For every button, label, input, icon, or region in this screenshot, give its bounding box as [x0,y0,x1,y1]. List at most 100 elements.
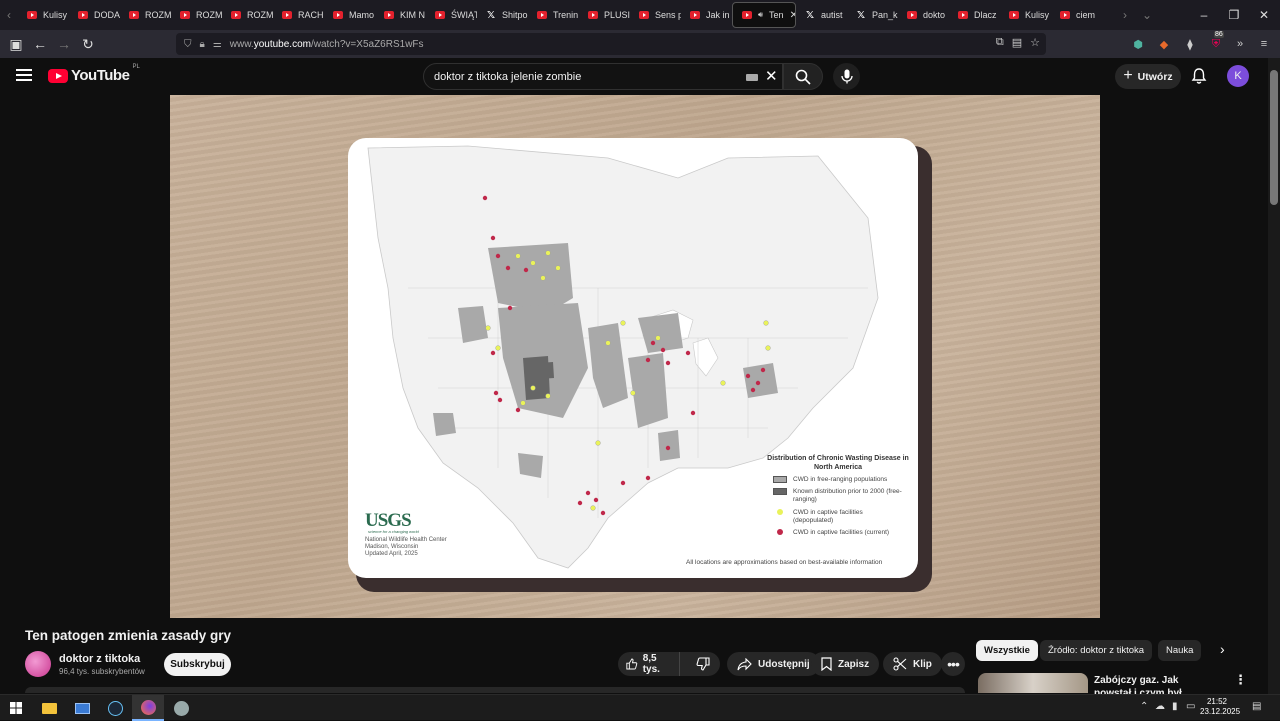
app-icon[interactable] [165,695,197,721]
keyboard-icon[interactable] [746,74,758,81]
browser-tab[interactable]: RACH [273,2,324,28]
clear-search-icon[interactable]: ✕ [765,67,778,85]
legend-item: CWD in captive facilities (current) [773,529,903,537]
clip-button[interactable]: Klip [883,652,942,676]
fox-extension-icon[interactable]: ◆ [1154,34,1174,54]
remote-desktop-icon[interactable] [66,695,98,721]
reader-view-icon[interactable]: ▤ [1012,36,1022,49]
channel-name[interactable]: doktor z tiktoka [59,653,140,665]
minimize-button[interactable]: – [1188,0,1220,30]
reload-button[interactable]: ↻ [76,32,100,56]
share-arrow-icon [737,657,752,670]
firefox-icon[interactable] [132,695,164,721]
system-clock[interactable]: 21:52 23.12.2025 [1200,697,1241,717]
description-box[interactable] [25,687,965,693]
app-menu-icon[interactable]: ≡ [1254,34,1274,54]
picture-in-picture-icon[interactable]: ⧉ [996,36,1004,49]
scrollbar-thumb[interactable] [1270,70,1278,205]
browser-tab[interactable]: Mamo [324,2,375,28]
youtube-logo-text: YouTube [71,67,130,84]
vpn-extension-icon[interactable]: ⬢ [1128,34,1148,54]
subscribe-button[interactable]: Subskrybuj [164,653,231,676]
restore-button[interactable]: ❐ [1218,0,1250,30]
browser-tab[interactable]: 𝕏 Shitpo [477,2,528,28]
save-button[interactable]: Zapisz [811,652,880,676]
browser-tab[interactable]: ROZM [120,2,171,28]
network-icon[interactable]: ▭ [1186,701,1195,712]
create-button[interactable]: + Utwórz [1115,64,1181,89]
bookmark-star-icon[interactable]: ☆ [1030,36,1040,49]
browser-tab[interactable]: PLUSII [579,2,630,28]
sidebar-toggle-icon[interactable]: ▣ [4,32,28,56]
url-bar[interactable]: ⛉ 🔒︎ ⚌ www.youtube.com/watch?v=X5aZ6RS1w… [176,33,1046,55]
microphone-icon [840,69,853,84]
speaker-icon[interactable]: ▮ [1172,701,1178,712]
tab-active[interactable]: 🔊︎Ten✕ [732,2,796,28]
browser-tab[interactable]: Kulisy [18,2,69,28]
page-scrollbar[interactable] [1268,58,1280,694]
browser-tab[interactable]: ciem [1051,2,1102,28]
browser-tab[interactable]: Kulisy [1000,2,1051,28]
steam-icon[interactable] [99,695,131,721]
browser-tab[interactable]: 𝕏autist [796,2,847,28]
create-label: Utwórz [1137,70,1173,83]
close-window-button[interactable]: ✕ [1248,0,1280,30]
clock-date: 23.12.2025 [1200,707,1241,716]
chip-all[interactable]: Wszystkie [976,640,1038,661]
chip-science[interactable]: Nauka [1158,640,1202,661]
tab-label: ROZM [145,10,171,20]
browser-tab[interactable]: ROZM [222,2,273,28]
voice-search-button[interactable] [833,63,860,90]
browser-tab[interactable]: Trenin [528,2,579,28]
back-button[interactable]: ← [28,32,52,56]
recommended-video-thumbnail[interactable] [978,673,1088,693]
extensions-icon[interactable]: ⧫ [1180,34,1200,54]
credit-line: National Wildlife Health Center [365,537,447,543]
dislike-button[interactable] [686,652,720,676]
forward-button[interactable]: → [52,32,76,56]
tab-list-dropdown-button[interactable]: ⌄ [1138,0,1156,30]
notifications-icon[interactable]: ▤ [1252,701,1261,712]
more-actions-icon[interactable]: ••• [941,652,965,676]
tab-scroll-left-button[interactable]: ‹ [0,0,18,30]
map-credit: National Wildlife Health Center Madison,… [365,537,485,558]
speaker-icon[interactable]: 🔊︎ [758,10,763,20]
search-button[interactable] [783,63,823,90]
recommended-video-menu-icon[interactable]: ⋮ [1234,672,1247,688]
youtube-icon [129,11,139,19]
youtube-logo[interactable]: YouTube PL [48,64,140,84]
file-explorer-icon[interactable] [33,695,65,721]
credit-line: Madison, Wisconsin [365,544,419,550]
browser-tab[interactable]: Sens p [630,2,681,28]
browser-tab[interactable]: ROZM [171,2,222,28]
browser-tab[interactable]: ŚWIĄT [426,2,477,28]
browser-tab[interactable]: Dlacz [949,2,1000,28]
thumbs-down-icon [696,657,710,671]
overflow-chevron-icon[interactable]: » [1230,34,1250,54]
search-input[interactable] [434,69,734,85]
browser-tab[interactable]: DODA [69,2,120,28]
channel-avatar[interactable] [25,651,51,677]
chevron-right-icon[interactable]: › [1220,641,1225,657]
browser-tab[interactable]: Jak in [681,2,732,28]
youtube-icon [78,11,88,19]
share-button[interactable]: Udostępnij [727,652,820,676]
video-player[interactable]: Distribution of Chronic Wasting Disease … [170,95,1100,618]
chip-source[interactable]: Źródło: doktor z tiktoka [1040,640,1153,661]
like-button[interactable]: 8,5 tys. [618,652,680,676]
tray-overflow-icon[interactable]: ⌃ [1140,701,1148,712]
tab-scroll-right-button[interactable]: › [1116,0,1134,30]
clock-time: 21:52 [1206,697,1228,706]
account-avatar[interactable]: K [1227,65,1249,87]
guide-menu-icon[interactable] [16,69,32,81]
cloud-icon[interactable]: ☁ [1155,701,1165,712]
tab-list: Kulisy DODA ROZM ROZM ROZM RACH Mamo KIM N ŚWIĄT… [18,2,1102,28]
tab-label: Dlacz [974,10,997,20]
ublock-extension-icon[interactable]: 86 ⛨ [1206,31,1226,54]
browser-tab[interactable]: 𝕏 Pan_k [847,2,898,28]
recommended-video-title[interactable]: Zabójczy gaz. Jak powstał i czym był Cyk… [1094,674,1216,694]
windows-start-icon[interactable] [0,695,32,721]
browser-tab[interactable]: dokto [898,2,949,28]
browser-tab[interactable]: KIM N [375,2,426,28]
notifications-bell-icon[interactable] [1190,67,1208,85]
